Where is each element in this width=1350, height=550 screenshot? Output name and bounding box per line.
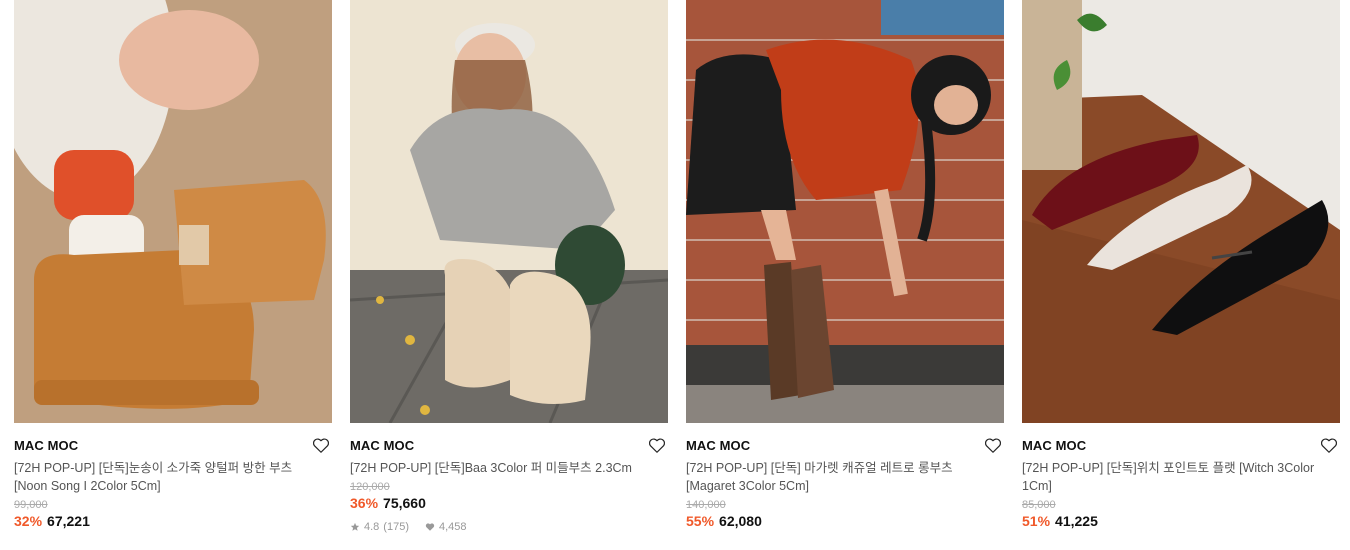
discount-rate: 55% — [686, 513, 715, 529]
product-card[interactable]: MAC MOC [72H POP-UP] [단독]Baa 3Color 퍼 미들… — [350, 0, 668, 534]
wishlist-heart-icon[interactable] — [312, 437, 330, 454]
like-count: 4,458 — [438, 521, 467, 533]
product-image[interactable] — [686, 0, 1004, 423]
price-row: 51% 41,225 — [1022, 512, 1340, 530]
discount-rate: 36% — [350, 495, 379, 511]
brand-name[interactable]: MAC MOC — [1022, 435, 1340, 457]
product-photo-long-boots — [686, 0, 1004, 423]
original-price: 85,000 — [1022, 499, 1056, 511]
brand-name[interactable]: MAC MOC — [686, 435, 1004, 457]
brand-name[interactable]: MAC MOC — [350, 435, 668, 457]
product-image[interactable] — [350, 0, 668, 423]
product-card[interactable]: MAC MOC [72H POP-UP] [단독] 마가렛 캐쥬얼 레트로 롱부… — [686, 0, 1004, 530]
original-price: 140,000 — [686, 499, 726, 511]
heart-filled-icon — [425, 523, 435, 531]
product-image[interactable] — [14, 0, 332, 423]
product-name[interactable]: [72H POP-UP] [단독]위치 포인트토 플랫 [Witch 3Colo… — [1022, 459, 1322, 495]
brand-name[interactable]: MAC MOC — [14, 435, 332, 457]
original-price: 120,000 — [350, 481, 390, 493]
wishlist-heart-icon[interactable] — [1320, 437, 1338, 454]
product-card[interactable]: MAC MOC [72H POP-UP] [단독]위치 포인트토 플랫 [Wit… — [1022, 0, 1340, 530]
sale-price: 62,080 — [719, 513, 762, 529]
product-photo-ugg-boots — [14, 0, 332, 423]
wishlist-heart-icon[interactable] — [984, 437, 1002, 454]
rating-value: 4.8 — [364, 521, 380, 533]
product-photo-flat-shoes — [1022, 0, 1340, 423]
price-row: 55% 62,080 — [686, 512, 1004, 530]
rating-row: 4.8 (175) 4,458 — [350, 520, 668, 534]
discount-rate: 51% — [1022, 513, 1051, 529]
price-row: 32% 67,221 — [14, 512, 332, 530]
product-name[interactable]: [72H POP-UP] [단독] 마가렛 캐쥬얼 레트로 롱부츠 [Magar… — [686, 459, 986, 495]
sale-price: 75,660 — [383, 495, 426, 511]
product-name[interactable]: [72H POP-UP] [단독]Baa 3Color 퍼 미들부츠 2.3Cm — [350, 459, 650, 477]
price-row: 36% 75,660 — [350, 494, 668, 512]
review-count: (175) — [383, 521, 409, 533]
discount-rate: 32% — [14, 513, 43, 529]
wishlist-heart-icon[interactable] — [648, 437, 666, 454]
star-icon — [350, 522, 360, 531]
original-price: 99,000 — [14, 499, 48, 511]
sale-price: 67,221 — [47, 513, 90, 529]
sale-price: 41,225 — [1055, 513, 1098, 529]
product-name[interactable]: [72H POP-UP] [단독]눈송이 소가죽 양털퍼 방한 부츠 [Noon… — [14, 459, 314, 495]
product-image[interactable] — [1022, 0, 1340, 423]
product-photo-fur-boots — [350, 0, 668, 423]
product-card[interactable]: MAC MOC [72H POP-UP] [단독]눈송이 소가죽 양털퍼 방한 … — [14, 0, 332, 530]
